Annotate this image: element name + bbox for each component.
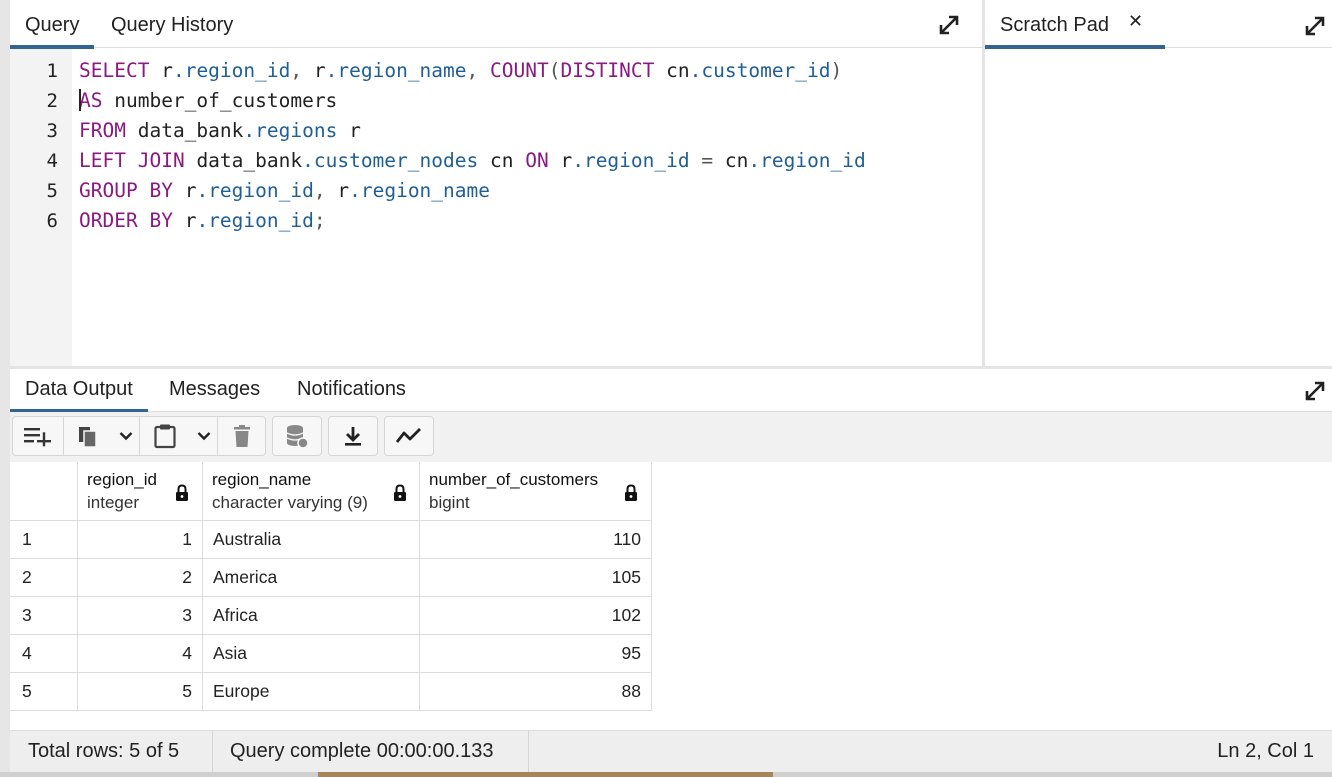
cell-region-name[interactable]: Europe xyxy=(203,673,420,711)
scratch-pad-textarea[interactable] xyxy=(985,49,1332,366)
graph-visualiser-icon xyxy=(395,428,421,443)
lock-icon xyxy=(625,484,637,501)
add-row-button[interactable] xyxy=(13,417,63,455)
data-output-toolbar xyxy=(10,412,1332,462)
edit-button-group xyxy=(12,416,266,456)
window-left-edge xyxy=(0,0,10,777)
line-number: 6 xyxy=(46,210,58,232)
graph-visualiser-button[interactable] xyxy=(385,417,433,455)
row-number[interactable]: 3 xyxy=(10,597,78,635)
lock-icon xyxy=(394,484,406,501)
cell-region-name[interactable]: America xyxy=(203,559,420,597)
cell-region-id[interactable]: 5 xyxy=(78,673,203,711)
query-panel: Query Query History 1 2 3 4 5 6 SELECT r… xyxy=(10,0,982,366)
code-line: ORDER BY r.region_id; xyxy=(79,209,326,232)
tab-notifications[interactable]: Notifications xyxy=(282,369,421,412)
copy-icon xyxy=(79,427,97,448)
column-type: character varying (9) xyxy=(212,493,368,512)
chevron-down-icon xyxy=(119,432,132,441)
scratch-tabbar: Scratch Pad ✕ xyxy=(985,0,1332,49)
column-name: region_name xyxy=(212,470,312,489)
download-button[interactable] xyxy=(329,417,377,455)
column-header-region-id[interactable]: region_id integer xyxy=(78,462,203,521)
row-number[interactable]: 2 xyxy=(10,559,78,597)
expand-diagonal-icon[interactable] xyxy=(1303,379,1327,403)
paste-icon xyxy=(154,424,176,449)
add-row-icon xyxy=(24,428,51,447)
cell-region-name[interactable]: Australia xyxy=(203,521,420,559)
copy-button[interactable] xyxy=(64,417,112,455)
tab-query-history[interactable]: Query History xyxy=(96,0,248,48)
save-data-group xyxy=(272,416,322,456)
copy-options-dropdown[interactable] xyxy=(112,417,139,455)
total-rows-status: Total rows: 5 of 5 xyxy=(28,740,180,762)
column-type: integer xyxy=(87,493,139,512)
cell-region-name[interactable]: Asia xyxy=(203,635,420,673)
cell-number-of-customers[interactable]: 102 xyxy=(420,597,652,635)
code-line: AS number_of_customers xyxy=(79,88,338,112)
tab-messages[interactable]: Messages xyxy=(154,369,275,412)
line-number: 1 xyxy=(46,60,58,82)
line-number: 4 xyxy=(46,150,58,172)
row-number[interactable]: 1 xyxy=(10,521,78,559)
cell-region-id[interactable]: 3 xyxy=(78,597,203,635)
line-number: 2 xyxy=(46,90,58,112)
save-data-icon xyxy=(286,425,309,449)
download-icon xyxy=(345,427,361,446)
cell-region-id[interactable]: 4 xyxy=(78,635,203,673)
cell-region-name[interactable]: Africa xyxy=(203,597,420,635)
save-data-button[interactable] xyxy=(273,417,321,455)
paste-button[interactable] xyxy=(140,417,190,455)
download-group xyxy=(328,416,378,456)
line-number: 5 xyxy=(46,180,58,202)
cell-number-of-customers[interactable]: 95 xyxy=(420,635,652,673)
sql-editor[interactable]: 1 2 3 4 5 6 SELECT r.region_id, r.region… xyxy=(10,49,982,366)
paste-options-dropdown[interactable] xyxy=(190,417,217,455)
query-tabbar: Query Query History xyxy=(10,0,982,49)
expand-diagonal-icon[interactable] xyxy=(1303,14,1327,38)
chevron-down-icon xyxy=(197,432,210,441)
code-line: LEFT JOIN data_bank.customer_nodes cn ON… xyxy=(79,149,866,172)
expand-diagonal-icon[interactable] xyxy=(937,13,961,37)
cell-number-of-customers[interactable]: 110 xyxy=(420,521,652,559)
cursor-position: Ln 2, Col 1 xyxy=(1217,740,1314,762)
line-number-gutter: 1 2 3 4 5 6 xyxy=(10,49,72,366)
query-status: Query complete 00:00:00.133 xyxy=(230,740,494,762)
cell-number-of-customers[interactable]: 105 xyxy=(420,559,652,597)
row-number[interactable]: 4 xyxy=(10,635,78,673)
data-grid: region_id integer region_name character … xyxy=(10,462,1332,730)
status-bar: Total rows: 5 of 5 Query complete 00:00:… xyxy=(10,730,1332,773)
text-cursor xyxy=(79,88,81,111)
lock-icon xyxy=(176,484,188,501)
delete-row-button[interactable] xyxy=(218,417,266,455)
line-number: 3 xyxy=(46,120,58,142)
scratch-pad-label: Scratch Pad xyxy=(1000,14,1109,36)
output-tabbar: Data Output Messages Notifications xyxy=(10,369,1332,413)
tab-data-output[interactable]: Data Output xyxy=(10,369,148,413)
desktop-background-strip xyxy=(0,772,1332,777)
close-icon[interactable]: ✕ xyxy=(1128,11,1143,32)
code-line: GROUP BY r.region_id, r.region_name xyxy=(79,179,490,202)
code-line: SELECT r.region_id, r.region_name, COUNT… xyxy=(79,59,843,82)
column-name: number_of_customers xyxy=(429,470,599,489)
row-number[interactable]: 5 xyxy=(10,673,78,711)
output-panel: Data Output Messages Notifications regio… xyxy=(10,369,1332,777)
scratch-pad-panel: Scratch Pad ✕ xyxy=(985,0,1332,366)
code-line: FROM data_bank.regions r xyxy=(79,119,361,142)
column-header-number-of-customers[interactable]: number_of_customers bigint xyxy=(420,462,652,521)
column-name: region_id xyxy=(87,470,157,489)
graph-visualiser-group xyxy=(384,416,434,456)
column-type: bigint xyxy=(429,493,470,512)
row-number-header[interactable] xyxy=(10,462,78,521)
tab-query[interactable]: Query xyxy=(10,0,95,49)
cell-number-of-customers[interactable]: 88 xyxy=(420,673,652,711)
column-header-region-name[interactable]: region_name character varying (9) xyxy=(203,462,420,521)
cell-region-id[interactable]: 2 xyxy=(78,559,203,597)
delete-icon xyxy=(234,425,250,447)
cell-region-id[interactable]: 1 xyxy=(78,521,203,559)
